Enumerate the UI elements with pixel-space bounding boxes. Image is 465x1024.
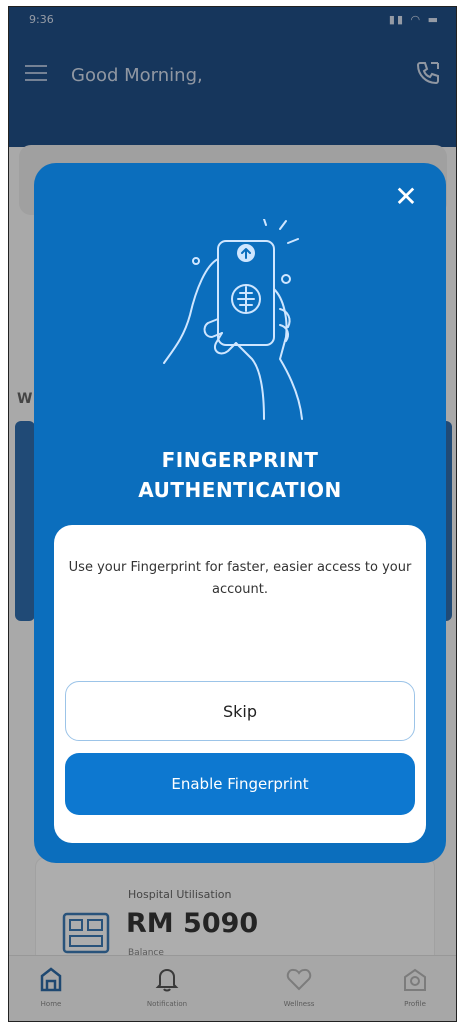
enable-fingerprint-button[interactable]: Enable Fingerprint	[65, 753, 415, 815]
close-icon[interactable]: ✕	[388, 179, 424, 215]
phone-in-hand-illustration	[163, 219, 303, 420]
dialog-title: FINGERPRINT AUTHENTICATION	[34, 445, 446, 505]
dialog-title-line1: FINGERPRINT	[161, 448, 319, 472]
dialog-content: Use your Fingerprint for faster, easier …	[54, 525, 426, 843]
phone-screen: 9:36 ▮▮ ◠ ▬ Good Morning, W Hospital Uti…	[8, 6, 457, 1022]
skip-button[interactable]: Skip	[65, 681, 415, 741]
fingerprint-dialog: ✕ FINGERPRINT AUTHENTICATION Use your Fi…	[34, 163, 446, 863]
dialog-title-line2: AUTHENTICATION	[138, 478, 342, 502]
dialog-description: Use your Fingerprint for faster, easier …	[68, 560, 412, 597]
